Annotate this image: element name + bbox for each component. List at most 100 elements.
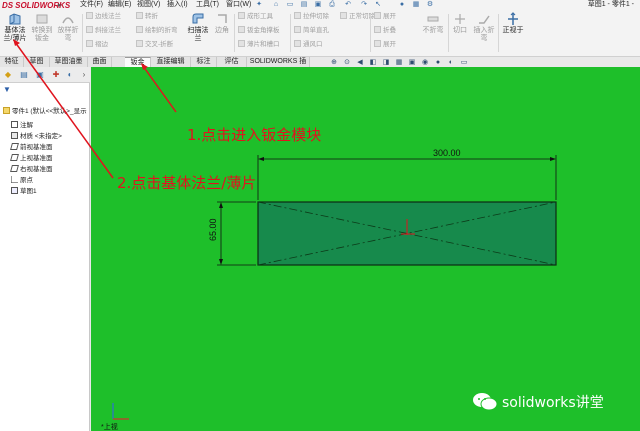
menu-tools[interactable]: 工具(T) [196, 0, 219, 10]
tree-item[interactable]: 材质 <未指定> [11, 132, 62, 141]
tree-root[interactable]: 零件1 (默认<<默认>_显示 [3, 107, 87, 116]
jog-label: 转折 [145, 13, 158, 20]
plane-icon [10, 165, 19, 172]
arrowhead [219, 202, 223, 208]
cross-break-button[interactable]: 交叉-折断 [136, 40, 173, 50]
options-icon[interactable]: ⚙ [426, 1, 434, 9]
tree-item[interactable]: 注解 [11, 121, 33, 130]
dimxpert-icon[interactable]: ✚ [50, 69, 62, 81]
panel-next-icon[interactable]: › [78, 69, 90, 81]
tree-item[interactable]: 草图1 [11, 187, 37, 196]
rebuild-icon[interactable]: ● [398, 1, 406, 9]
material-icon [11, 132, 18, 139]
base-flange-button[interactable]: 基体法 兰/薄片 [2, 12, 28, 52]
insert-bends-icon [479, 15, 490, 24]
tab-markup[interactable]: 标注 [191, 57, 217, 67]
annotation-icon [11, 121, 18, 128]
section-view-icon[interactable]: ◧ [369, 59, 377, 67]
tree-item[interactable]: 上视基准面 [10, 154, 53, 163]
corners-button[interactable]: 边角 [212, 12, 232, 52]
lofted-bend-button[interactable]: 放样折 弯 [56, 12, 80, 52]
jog-button[interactable]: 转折 [136, 12, 158, 22]
tab-solidworks-addins[interactable]: SOLIDWORKS 插件 [247, 57, 310, 75]
save-icon[interactable]: ▣ [314, 1, 322, 9]
menu-edit[interactable]: 编辑(E) [108, 0, 131, 10]
separator [448, 14, 449, 52]
home-icon[interactable]: ⌂ [272, 1, 280, 9]
tree-item[interactable]: 原点 [10, 176, 33, 185]
menu-window[interactable]: 窗口(W) [226, 0, 251, 10]
previous-view-icon[interactable]: ◀ [356, 59, 364, 67]
apply-scene-icon[interactable]: ◐ [447, 59, 455, 67]
fold-button[interactable]: 折叠 [374, 26, 396, 36]
open-icon[interactable]: ▤ [300, 1, 308, 9]
tab-surfaces[interactable]: 曲面 [88, 57, 112, 67]
tree-item[interactable]: 前视基准面 [10, 143, 53, 152]
tab-sketch-ink[interactable]: 草图油墨 [50, 57, 88, 67]
tab-and-slot-button[interactable]: 薄片和槽口 [238, 40, 280, 50]
display-style-icon[interactable]: ▣ [408, 59, 416, 67]
miter-flange-button[interactable]: 斜接法兰 [86, 26, 121, 36]
normal-to-icon [508, 12, 518, 25]
menu-insert[interactable]: 插入(I) [167, 0, 188, 10]
zoom-to-fit-icon[interactable]: ⊕ [330, 59, 338, 67]
configuration-manager-icon[interactable]: ▣ [34, 69, 46, 81]
tab-sheetmetal[interactable]: 钣金 [125, 57, 151, 67]
print-icon[interactable]: ⎙ [328, 1, 336, 9]
menu-view[interactable]: 视图(V) [137, 0, 160, 10]
cross-break-icon [136, 40, 143, 47]
hem-button[interactable]: 褶边 [86, 40, 108, 50]
feature-tree-icon[interactable]: ◆ [2, 69, 14, 81]
normal-cut-label: 正常切除 [349, 13, 375, 20]
edge-flange-button[interactable]: 边线法兰 [86, 12, 121, 22]
menu-file[interactable]: 文件(F) [80, 0, 103, 10]
sheetmetal-gusset-button[interactable]: 钣金角撑板 [238, 26, 280, 36]
edge-flange-icon [86, 12, 93, 19]
hide-show-items-icon[interactable]: ◉ [421, 59, 429, 67]
insert-bends-button[interactable]: 插入折 弯 [472, 12, 496, 52]
pin-icon[interactable]: ✦ [255, 1, 263, 9]
tab-direct-editing[interactable]: 直接编辑 [151, 57, 191, 67]
redo-icon[interactable]: ↷ [360, 1, 368, 9]
dynamic-annotation-icon[interactable]: ◨ [382, 59, 390, 67]
file-properties-icon[interactable]: ▦ [412, 1, 420, 9]
display-manager-icon[interactable]: ◐ [64, 69, 76, 81]
normal-to-button[interactable]: 正视于 [500, 12, 526, 52]
graphics-area[interactable]: 300.00 65.00 *上视 1.点击进入钣金模块 2.点击基体法兰/薄片 [91, 67, 640, 431]
filter-icon[interactable]: ▼ [3, 85, 11, 94]
view-settings-icon[interactable]: ▭ [460, 59, 468, 67]
undo-icon[interactable]: ↶ [344, 1, 352, 9]
width-dimension[interactable]: 300.00 [433, 148, 461, 158]
zoom-area-icon[interactable]: ⊙ [343, 59, 351, 67]
separator [234, 14, 235, 52]
tab-and-slot-label: 薄片和槽口 [247, 41, 280, 48]
unfold-button[interactable]: 展开 [374, 12, 396, 22]
tree-item-label: 原点 [20, 177, 33, 184]
convert-to-sheetmetal-button[interactable]: 转换到 钣金 [30, 12, 54, 52]
sweep-flange-button[interactable]: 扫描法 兰 [186, 12, 210, 52]
rip-button[interactable]: 切口 [450, 12, 470, 52]
origin-icon [10, 176, 18, 184]
vent-button[interactable]: 通风口 [294, 40, 323, 50]
forming-tool-button[interactable]: 成形工具 [238, 12, 273, 22]
no-bends-label: 不折弯 [422, 27, 444, 34]
extruded-cut-button[interactable]: 拉伸切除 [294, 12, 329, 22]
edit-appearance-icon[interactable]: ● [434, 59, 442, 67]
simple-hole-button[interactable]: 简单直孔 [294, 26, 329, 36]
view-orientation-icon[interactable]: ▦ [395, 59, 403, 67]
property-manager-icon[interactable]: ▤ [18, 69, 30, 81]
tab-evaluate[interactable]: 评估 [217, 57, 247, 67]
flatten-button[interactable]: 展开 [374, 40, 396, 50]
vent-icon [294, 40, 301, 47]
logo-arrow-icon[interactable]: ▸ [58, 1, 62, 9]
tree-item[interactable]: 右视基准面 [10, 165, 53, 174]
tab-sketch[interactable]: 草图 [24, 57, 50, 67]
select-icon[interactable]: ↖ [374, 1, 382, 9]
new-document-icon[interactable]: ▭ [286, 1, 294, 9]
tab-features[interactable]: 特征 [0, 57, 24, 67]
normal-to-label: 正视于 [502, 27, 524, 34]
height-dimension[interactable]: 65.00 [208, 218, 218, 241]
insert-bends-label: 插入折 弯 [473, 27, 495, 42]
sketched-bend-button[interactable]: 绘制的折弯 [136, 26, 178, 36]
no-bends-button[interactable]: 不折弯 [420, 12, 446, 52]
